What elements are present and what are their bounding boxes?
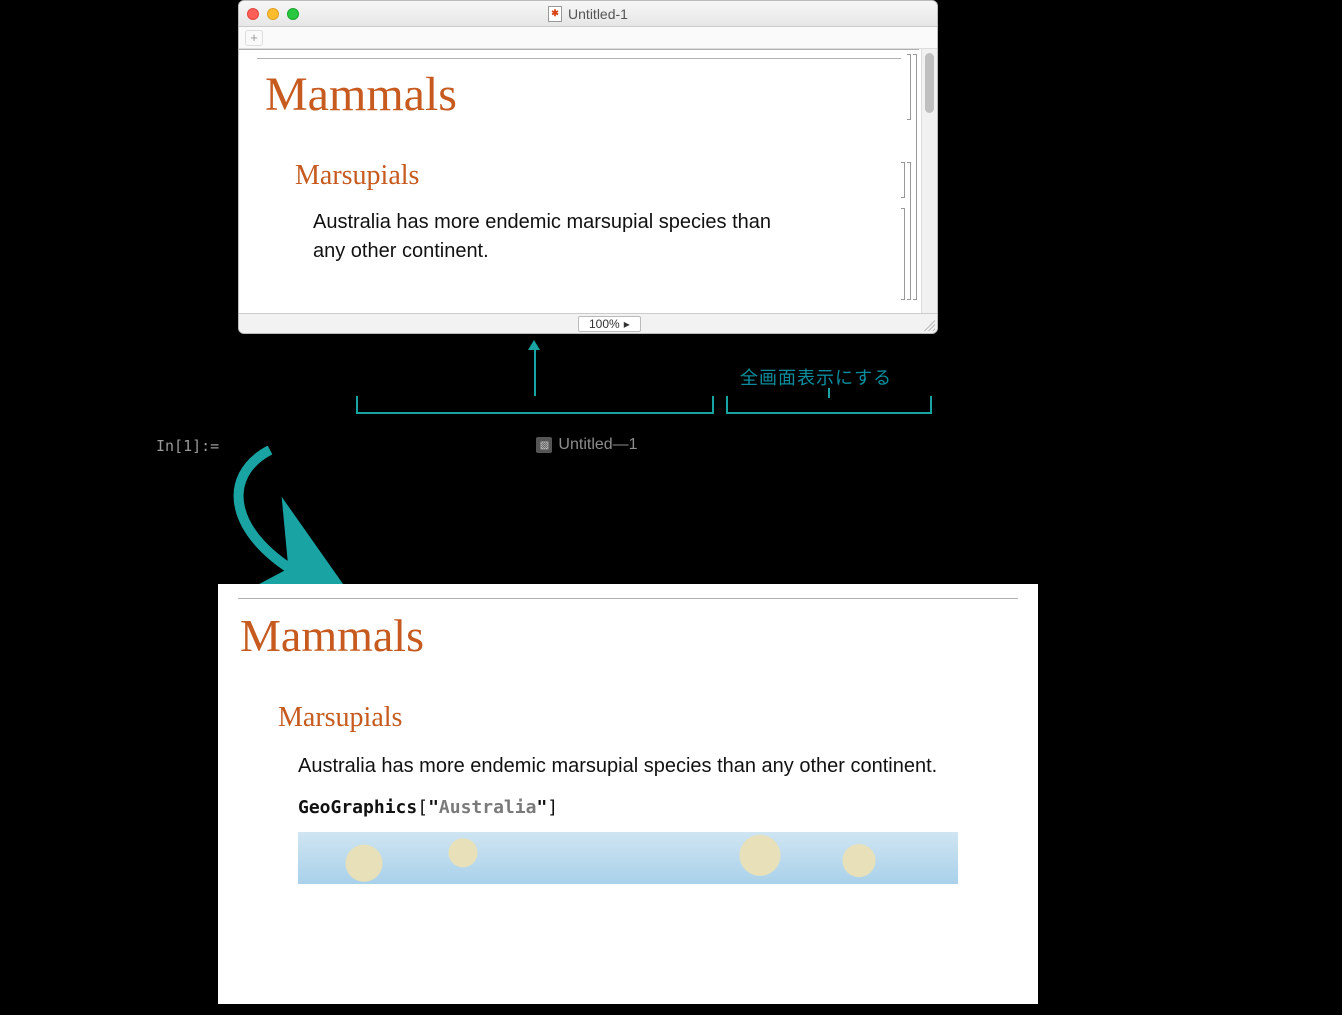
window-title: ✱ Untitled-1 [239,6,937,22]
fs-text-cell[interactable]: Australia has more endemic marsupial spe… [218,740,1038,781]
cell-bracket-text[interactable] [901,208,905,300]
text-cell[interactable]: Australia has more endemic marsupial spe… [239,198,919,266]
text-line-2: any other continent. [313,240,489,262]
fs-output-map [298,832,958,884]
fullscreen-notebook: Mammals Marsupials Australia has more en… [218,584,1038,1004]
cell-bracket-section[interactable] [901,162,905,198]
fs-cell-divider [238,598,1018,599]
fullscreen-title-text: Untitled—1 [558,436,637,454]
close-icon[interactable] [247,8,259,20]
window-title-text: Untitled-1 [568,6,628,22]
code-quote-open: " [428,797,439,818]
cell-bracket-title[interactable] [907,54,911,120]
tab-strip: + [239,27,937,49]
new-tab-button[interactable]: + [245,30,263,46]
traffic-lights [247,8,299,20]
cell-divider [257,58,901,59]
cell-bracket-outer[interactable] [913,54,917,300]
title-cell[interactable]: Mammals [239,65,919,130]
zoom-icon[interactable] [287,8,299,20]
notebook-window: ✱ Untitled-1 + Mammals Marsupials Austra… [238,0,938,334]
fullscreen-titlebar: ▧ Untitled—1 [237,434,937,456]
cell-bracket-column [903,54,917,309]
annotation-brace-right [726,396,932,414]
window-footer: 100% ▸ [239,313,937,333]
section-cell[interactable]: Marsupials [239,130,919,198]
notebook-file-icon: ✱ [548,6,562,22]
code-quote-close: " [536,797,547,818]
vertical-scrollbar[interactable] [921,49,937,313]
scroll-thumb[interactable] [925,53,934,113]
code-function: GeoGraphics [298,797,417,818]
text-line-1: Australia has more endemic marsupial spe… [313,211,771,233]
annotation-brace-left [356,396,714,414]
fs-title-cell[interactable]: Mammals [218,605,1038,668]
fs-section-cell[interactable]: Marsupials [218,668,1038,740]
resize-grip-icon[interactable] [921,317,935,331]
minimize-icon[interactable] [267,8,279,20]
code-lbracket: [ [417,797,428,818]
annotation-arrowhead-left [528,340,540,350]
window-titlebar[interactable]: ✱ Untitled-1 [239,1,937,27]
annotation-curve-arrow [210,446,350,596]
chevron-right-icon: ▸ [624,317,630,331]
zoom-selector[interactable]: 100% ▸ [578,316,641,332]
code-argument: Australia [439,797,537,818]
fs-input-cell[interactable]: GeoGraphics["Australia"] [218,781,1038,818]
annotation-stem-left [534,348,536,396]
zoom-value: 100% [589,317,620,331]
annotation-fullscreen-label: 全画面表示にする [740,364,892,390]
cell-bracket-section-group[interactable] [907,162,911,300]
notebook-body[interactable]: Mammals Marsupials Australia has more en… [239,49,919,313]
fullscreen-window-icon: ▧ [536,437,552,453]
code-rbracket: ] [547,797,558,818]
annotation-stem-right [828,388,830,398]
